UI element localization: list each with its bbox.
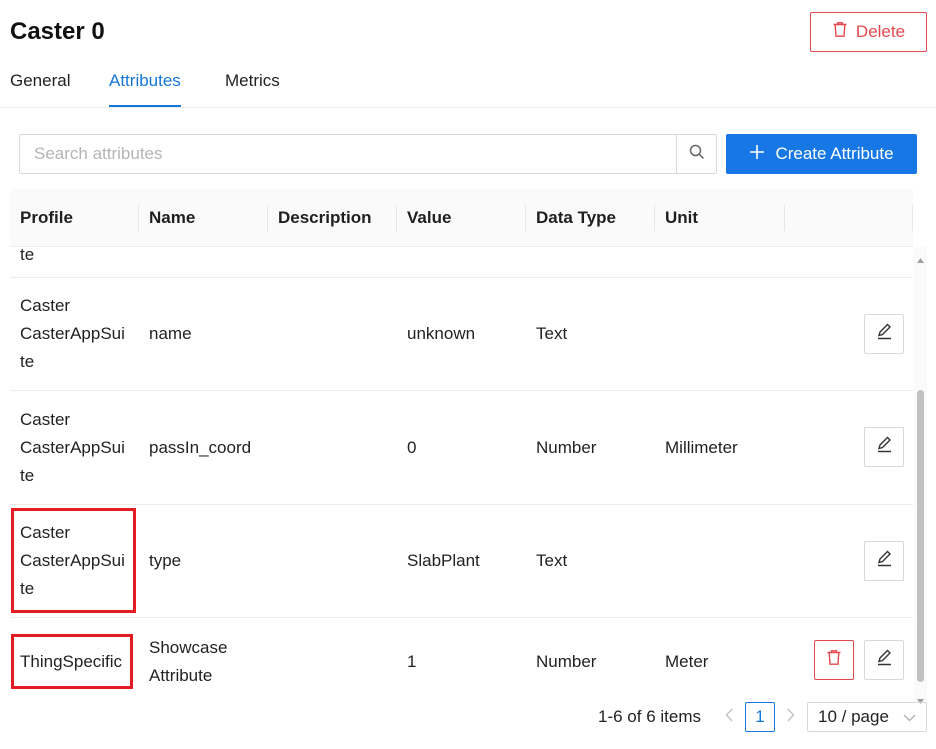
tab-attributes[interactable]: Attributes [109,71,181,107]
tab-bar: General Attributes Metrics [0,58,936,108]
column-header-unit[interactable]: Unit [655,189,783,247]
delete-button-label: Delete [855,22,906,41]
table-header: Profile Name Description Value Data Type… [10,189,913,247]
name-cell: type [149,551,182,570]
pagination-prev[interactable] [720,702,738,732]
pagination-next[interactable] [781,702,799,732]
edit-icon [876,436,893,458]
search-button[interactable] [676,135,716,173]
data-type-cell: Number [536,437,597,457]
value-cell: 1 [407,651,417,671]
edit-button[interactable] [864,541,904,581]
unit-cell: Millimeter [665,437,738,457]
profile-cell: te [20,247,35,264]
edit-button[interactable] [864,427,904,467]
pagination-total: 1-6 of 6 items [598,707,701,726]
column-divider [912,205,913,231]
page-title: Caster 0 [10,18,105,45]
plus-icon [749,144,765,165]
column-header-description[interactable]: Description [268,189,396,247]
search-input[interactable] [20,135,676,173]
tab-general[interactable]: General [10,71,70,105]
table-row: Caster CasterAppSui te name unknown Text [10,278,913,391]
edit-button[interactable] [864,314,904,354]
name-cell: Showcase Attribute [149,637,228,685]
table-row: Caster CasterAppSui te type SlabPlant Te… [10,505,913,618]
description-cell [268,391,278,504]
column-divider [784,205,785,231]
delete-button[interactable]: Delete [810,12,927,52]
table-body: te Caster CasterAppSui te name unknown T… [10,247,913,705]
name-cell: passIn_coord [149,437,252,457]
column-header-name[interactable]: Name [139,189,267,247]
unit-cell [655,278,665,390]
profile-cell: Caster CasterAppSui te [20,409,125,485]
trash-icon [826,649,842,671]
search-icon [689,144,705,165]
data-type-cell: Text [536,551,568,570]
description-cell [268,278,278,390]
description-cell [268,618,278,705]
tab-metrics[interactable]: Metrics [225,71,280,105]
page-size-value: 10 / page [818,707,889,726]
chevron-left-icon [724,707,734,727]
column-header-data-type[interactable]: Data Type [526,189,654,247]
table-row: ThingSpecific Showcase Attribute 1 Numbe… [10,618,913,705]
description-cell [268,505,278,617]
column-header-profile[interactable]: Profile [10,189,138,247]
value-cell: unknown [407,324,476,343]
edit-icon [876,649,893,671]
scroll-down-icon[interactable] [916,691,925,704]
unit-cell [655,505,665,617]
trash-icon [832,21,848,43]
value-cell: 0 [407,437,417,457]
chevron-right-icon [786,707,795,727]
scrollbar-thumb[interactable] [917,390,924,682]
column-header-value[interactable]: Value [397,189,525,247]
search-box [19,134,717,174]
unit-cell: Meter [665,651,709,671]
edit-icon [876,323,893,345]
highlight-box [11,508,136,613]
table-row-partial: te [10,247,913,278]
highlight-box [11,634,133,689]
delete-row-button[interactable] [814,640,854,680]
scroll-up-icon[interactable] [916,250,925,263]
pagination-page-1[interactable]: 1 [745,702,775,732]
data-type-cell: Number [536,651,597,671]
edit-button[interactable] [864,640,904,680]
page-size-select[interactable]: 10 / page [807,702,927,732]
edit-icon [876,550,893,572]
profile-cell: Caster CasterAppSui te [20,296,125,371]
value-cell: SlabPlant [407,551,480,570]
data-type-cell: Text [536,324,568,343]
name-cell: name [149,324,192,343]
create-attribute-button[interactable]: Create Attribute [726,134,917,174]
create-attribute-label: Create Attribute [775,144,894,163]
chevron-down-icon [903,707,916,727]
table-row: Caster CasterAppSui te passIn_coord 0 Nu… [10,391,913,505]
